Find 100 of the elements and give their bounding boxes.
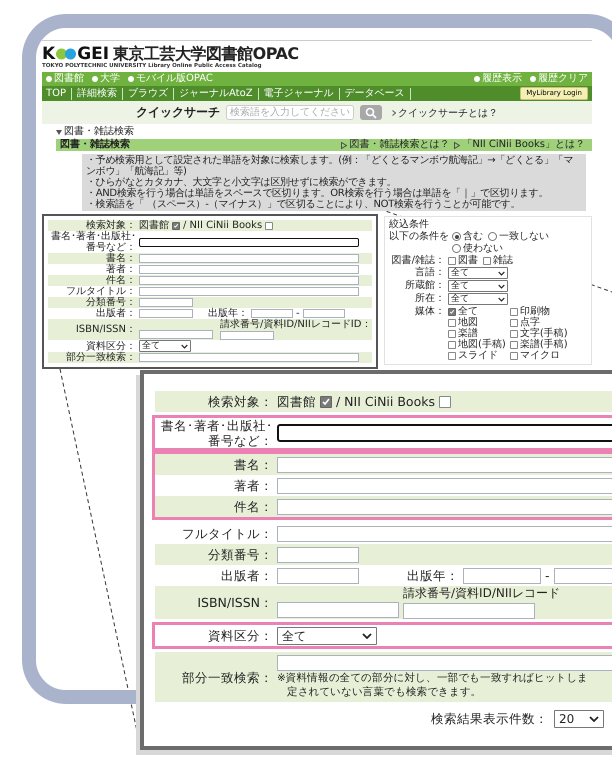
checkbox[interactable] (510, 352, 518, 360)
text-field[interactable] (220, 331, 274, 340)
help-link[interactable]: 図書・雑誌検索とは？ (349, 139, 450, 151)
checkbox[interactable] (448, 256, 456, 264)
text-field[interactable] (139, 254, 359, 263)
option-label: マイクロ (520, 350, 560, 361)
header-link[interactable]: 履歴表示 (474, 73, 522, 85)
checkbox[interactable] (510, 330, 518, 338)
checkbox[interactable] (320, 396, 332, 408)
radio-button[interactable] (452, 244, 461, 253)
field-label: 件名： (233, 499, 273, 514)
quick-search-label: クイックサーチ (136, 104, 220, 121)
field-label: 検索対象： (86, 220, 136, 231)
help-link[interactable]: クイックサーチとは？ (398, 106, 498, 120)
dropdown[interactable]: 全て (139, 340, 191, 352)
nav-link[interactable]: TOP (46, 88, 72, 100)
text-field[interactable] (139, 298, 193, 307)
checkbox[interactable] (510, 340, 518, 348)
nav-link[interactable]: 電子ジャーナル (258, 88, 340, 100)
checkbox[interactable] (172, 222, 180, 230)
note-text: 定されていない言葉でも検索できます。 (286, 685, 482, 699)
option-label: 一致しない (499, 231, 549, 242)
checkbox[interactable] (510, 318, 518, 326)
header-link[interactable]: 図書館 (46, 73, 84, 85)
dropdown[interactable]: 20 (554, 710, 604, 728)
text-field[interactable] (139, 330, 213, 339)
text-field[interactable] (554, 568, 612, 584)
field-label: フルタイトル： (65, 286, 136, 297)
checkbox[interactable] (448, 352, 456, 360)
text-field[interactable] (277, 478, 612, 494)
header-link[interactable]: 大学 (92, 73, 120, 85)
radio-button[interactable] (452, 232, 461, 241)
text-field[interactable] (139, 353, 359, 362)
chevron-icon (589, 716, 599, 722)
text-field[interactable] (277, 568, 359, 584)
checkbox[interactable] (448, 340, 456, 348)
field-label: 資料区分： (207, 628, 273, 643)
checkbox[interactable] (438, 396, 451, 408)
nav-link[interactable]: データベース (340, 88, 411, 100)
field-label: 出版者： (95, 308, 136, 319)
text-field[interactable] (139, 238, 359, 246)
option-label: 地図(手稿) (458, 339, 506, 350)
text-field[interactable] (139, 309, 193, 318)
text-field[interactable] (403, 603, 535, 619)
breadcrumb-text: 図書・雑誌検索 (64, 126, 134, 138)
search-button[interactable] (360, 105, 382, 120)
text-field[interactable] (139, 265, 359, 274)
option-label: 点字 (520, 317, 540, 328)
option-label: 図書館 (139, 220, 169, 231)
nav-link[interactable]: ジャーナルAtoZ (174, 88, 259, 100)
nav-link[interactable]: 詳細検索 (72, 88, 124, 100)
dropdown[interactable]: 全て (277, 626, 377, 644)
text-field[interactable] (277, 602, 399, 618)
field-label: 書名･著者･出版社･ 番号など： (50, 231, 136, 253)
dropdown[interactable]: 全て (448, 293, 508, 305)
checkbox[interactable] (448, 318, 456, 326)
field-label: 部分一致検索： (65, 352, 136, 363)
checkbox[interactable] (448, 330, 456, 338)
checkbox[interactable] (483, 256, 491, 264)
circles-icon (56, 48, 76, 60)
option-label: 含む (463, 231, 483, 242)
triangle-icon (454, 142, 460, 148)
text-field[interactable] (277, 498, 612, 514)
text-field[interactable] (251, 309, 293, 318)
search-field[interactable]: 検索語を入力してください (226, 105, 354, 120)
checkbox[interactable] (510, 308, 518, 316)
nav-link[interactable]: ブラウズ (123, 88, 174, 100)
triangle-icon (341, 142, 348, 148)
checkbox[interactable] (448, 308, 456, 316)
text-field[interactable] (302, 309, 345, 318)
text-field[interactable] (277, 546, 359, 562)
option-label: / NII CiNii Books (336, 394, 435, 409)
radio-button[interactable] (488, 232, 497, 241)
text-field[interactable] (139, 276, 359, 285)
dropdown[interactable]: 全て (448, 280, 508, 292)
help-link[interactable]: 「NII CiNii Books」とは？ (462, 139, 585, 151)
text-field[interactable] (277, 655, 612, 671)
header-link[interactable]: モバイル版OPAC (128, 73, 213, 85)
note-text: ・検索語を「 （スペース）-（マイナス）」で区切ることにより、NOT検索を行うことが可能です。 (86, 199, 522, 210)
text-field[interactable] (277, 424, 612, 442)
field-label: 図書/雑誌： (390, 255, 445, 266)
header-link[interactable]: 履歴クリア (530, 73, 588, 85)
field-label: 出版者： (220, 568, 273, 583)
checkbox[interactable] (265, 222, 274, 230)
field-label: 所在： (414, 293, 445, 304)
text-field[interactable] (463, 568, 541, 584)
option-label: 使わない (463, 243, 503, 254)
field-label: 著者： (105, 264, 136, 275)
text-field[interactable] (277, 526, 612, 542)
option-label: 雑誌 (493, 255, 513, 266)
dropdown[interactable]: 全て (448, 267, 508, 279)
chevron-icon (498, 296, 505, 302)
field-label: 資料区分： (85, 340, 136, 352)
text-field[interactable] (139, 287, 359, 296)
text-field[interactable] (277, 456, 612, 472)
field-label: 言語： (414, 267, 445, 278)
chevron-icon (498, 270, 505, 276)
field-label: 以下の条件を (389, 231, 449, 242)
field-label: 媒体： (414, 306, 445, 317)
site-title: 東京工芸大学図書館OPAC (113, 45, 299, 63)
